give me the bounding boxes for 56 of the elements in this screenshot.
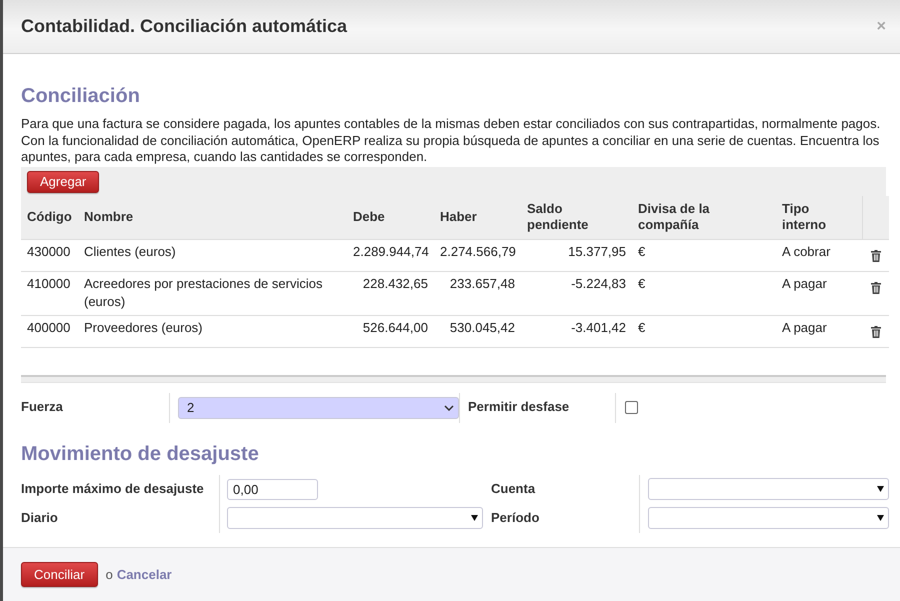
table-cell: Acreedores por prestaciones de servicios (euros): [78, 271, 347, 315]
caret-down-icon: [877, 486, 884, 492]
table-cell: Proveedores (euros): [78, 315, 347, 347]
table-cell: €: [632, 315, 776, 347]
table-cell: 233.657,48: [434, 271, 521, 315]
table-cell: 526.644,00: [347, 315, 434, 347]
column-header[interactable]: Saldo pendiente: [521, 196, 632, 239]
column-header[interactable]: Haber: [434, 196, 521, 239]
table-cell: 228.432,65: [347, 271, 434, 315]
table-cell: 400000: [21, 315, 78, 347]
column-header[interactable]: Tipo interno: [776, 196, 862, 239]
table-cell: 410000: [21, 271, 78, 315]
section-heading: Movimiento de desajuste: [21, 442, 260, 466]
caret-down-icon: [471, 515, 478, 521]
checkbox[interactable]: [625, 401, 638, 414]
field-label: Período: [491, 508, 540, 526]
cancel-link[interactable]: Cancelar: [116, 567, 172, 582]
table-cell: €: [632, 271, 776, 315]
field-label: Diario: [21, 508, 58, 526]
table-cell: 2.274.566,79: [434, 239, 521, 271]
dialog-title: Contabilidad. Conciliación automática: [21, 16, 348, 37]
trash-icon[interactable]: [870, 326, 880, 338]
table-cell: Clientes (euros): [78, 239, 347, 271]
or-text: o: [106, 567, 113, 582]
column-header[interactable]: Código: [21, 196, 78, 239]
table-cell: 15.377,95: [521, 239, 632, 271]
table-cell: -5.224,83: [521, 271, 632, 315]
field-label: Fuerza: [21, 398, 63, 416]
select-field[interactable]: 2: [178, 396, 459, 418]
column-header[interactable]: Divisa de la compañía: [632, 196, 776, 239]
select-value: 2: [187, 400, 194, 415]
section-heading: Conciliación: [21, 84, 141, 108]
table-cell: 530.045,42: [434, 315, 521, 347]
input-field[interactable]: 0,00: [227, 478, 318, 500]
trash-icon[interactable]: [870, 250, 880, 262]
chevron-down-icon: [444, 404, 454, 410]
table-cell: A pagar: [776, 315, 862, 347]
table-cell: A cobrar: [776, 239, 862, 271]
reconcile-button[interactable]: Conciliar: [21, 562, 98, 587]
column-header[interactable]: Debe: [347, 196, 434, 239]
add-button[interactable]: Agregar: [27, 170, 100, 192]
select-field[interactable]: [227, 507, 483, 529]
caret-down-icon: [877, 515, 884, 521]
table-cell: -3.401,42: [521, 315, 632, 347]
select-field[interactable]: [648, 507, 889, 529]
select-field[interactable]: [648, 478, 889, 500]
table-cell: €: [632, 239, 776, 271]
trash-icon[interactable]: [870, 282, 880, 294]
table-cell: 430000: [21, 239, 78, 271]
field-label: Cuenta: [491, 480, 536, 498]
table-cell: A pagar: [776, 271, 862, 315]
field-label: Permitir desfase: [468, 398, 570, 416]
field-label: Importe máximo de desajuste: [21, 480, 204, 498]
column-header[interactable]: Nombre: [78, 196, 347, 239]
table-cell: 2.289.944,74: [347, 239, 434, 271]
description-text: Para que una factura se considere pagada, los apuntes contables de la mismas deben estar conciliados con sus contrapartidas, normalmente pagos. Con la funcionalidad de conciliación automática, OpenERP realiza su propia búsqueda de apuntes a conciliar en una serie de cuentas. Encuentra los apuntes, para cada empresa, cuando las cantidades se corresponden.: [21, 116, 882, 166]
